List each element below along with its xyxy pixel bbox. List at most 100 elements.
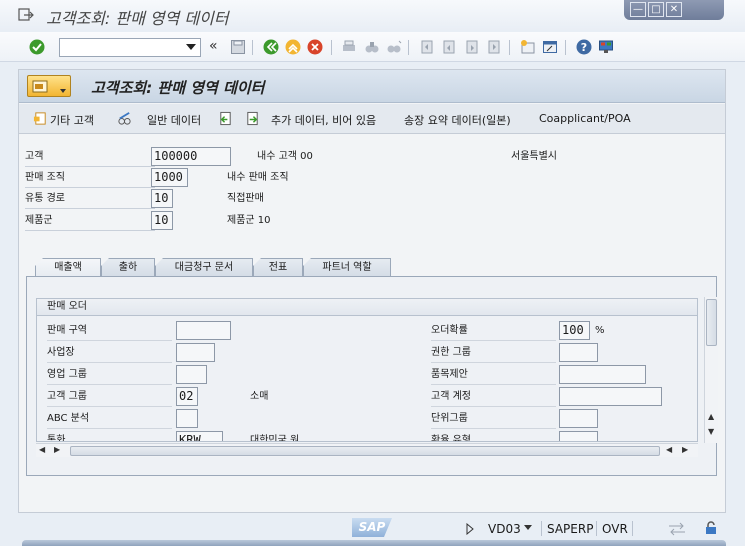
- scroll-up-arrow-icon[interactable]: ▲: [708, 412, 714, 421]
- sales-district-label: 판매 구역: [47, 321, 172, 341]
- tab-billing-documents[interactable]: 대금청구 문서: [155, 258, 253, 277]
- shortcut-icon[interactable]: [542, 39, 558, 55]
- customer-name: 내수 고객 00: [257, 151, 313, 162]
- window-menu-icon[interactable]: [18, 8, 34, 22]
- horizontal-scroll-thumb[interactable]: [70, 446, 660, 456]
- customer-group-field[interactable]: 02: [176, 387, 198, 406]
- print-icon[interactable]: [341, 39, 357, 55]
- currency-desc: 대한민국 원: [250, 435, 300, 442]
- additional-data-button[interactable]: 추가 데이터, 비어 있음: [271, 112, 376, 128]
- title-bar: 고객조회: 판매 영역 데이터 — □ ✕: [0, 0, 745, 30]
- maximize-button[interactable]: □: [648, 2, 664, 17]
- abc-analysis-field[interactable]: [176, 409, 198, 428]
- scroll-left-end-arrow-icon[interactable]: ◀: [666, 445, 672, 454]
- order-probability-unit: %: [595, 325, 605, 336]
- account-at-customer-label: 고객 계정: [431, 387, 556, 407]
- scroll-left-arrow-icon[interactable]: ◀: [39, 445, 45, 454]
- currency-label: 통화: [47, 431, 172, 441]
- general-data-button[interactable]: 일반 데이터: [147, 112, 201, 128]
- toolbar-separator: [565, 40, 566, 55]
- status-separator: [632, 521, 633, 536]
- exchange-rate-type-field[interactable]: [559, 431, 598, 441]
- sales-org-desc: 내수 판매 조직: [227, 172, 289, 183]
- exit-icon[interactable]: [285, 39, 301, 55]
- account-at-customer-field[interactable]: [559, 387, 662, 406]
- system-toolbar: « ?: [0, 32, 745, 62]
- svg-text:?: ?: [581, 41, 587, 54]
- division-field[interactable]: 10: [151, 211, 173, 230]
- authorization-group-field[interactable]: [559, 343, 598, 362]
- unit-group-label: 단위그룹: [431, 409, 556, 429]
- sales-district-field[interactable]: [176, 321, 231, 340]
- connection-icon: [669, 522, 685, 536]
- find-next-icon[interactable]: [386, 39, 402, 55]
- close-button[interactable]: ✕: [666, 2, 682, 17]
- tab-delivery[interactable]: 출하: [101, 258, 155, 277]
- status-separator: [541, 521, 542, 536]
- customer-group-desc: 소매: [250, 391, 269, 402]
- confirm-icon[interactable]: [29, 39, 45, 55]
- folder-icon: [32, 80, 48, 93]
- first-page-icon[interactable]: [419, 39, 435, 55]
- other-customer-button[interactable]: 기타 고객: [50, 112, 94, 128]
- create-session-icon[interactable]: [520, 39, 536, 55]
- next-record-icon[interactable]: [245, 111, 260, 126]
- horizontal-scrollbar[interactable]: ◀ ▶ ◀ ▶: [36, 443, 698, 457]
- tab-partner-roles[interactable]: 파트너 역할: [303, 258, 391, 277]
- main-panel: 고객조회: 판매 영역 데이터 기타 고객 일반 데이터 추가 데이터, 비어 …: [18, 69, 726, 513]
- insert-mode: OVR: [602, 522, 628, 536]
- save-icon[interactable]: [230, 39, 246, 55]
- other-customer-icon[interactable]: [33, 111, 48, 126]
- command-history-icon[interactable]: «: [209, 38, 218, 54]
- tab-sales[interactable]: 매출액: [35, 258, 101, 277]
- next-page-icon[interactable]: [464, 39, 480, 55]
- invoice-summary-button[interactable]: 송장 요약 데이터(일본): [404, 112, 511, 128]
- back-icon[interactable]: [263, 39, 279, 55]
- customer-field[interactable]: 100000: [151, 147, 231, 166]
- distr-channel-label: 유통 경로: [25, 189, 155, 209]
- application-toolbar: 기타 고객 일반 데이터 추가 데이터, 비어 있음 송장 요약 데이터(일본)…: [19, 104, 725, 134]
- customize-layout-icon[interactable]: [598, 39, 614, 55]
- sales-group-label: 영업 그룹: [47, 365, 172, 385]
- tab-accounting-documents[interactable]: 전표: [253, 258, 303, 277]
- previous-page-icon[interactable]: [441, 39, 457, 55]
- chevron-down-icon: [60, 89, 66, 93]
- edit-glasses-icon[interactable]: [117, 111, 132, 126]
- currency-field[interactable]: KRW: [176, 431, 223, 441]
- distr-channel-field[interactable]: 10: [151, 189, 173, 208]
- vertical-scrollbar[interactable]: ▲ ▼: [704, 297, 718, 443]
- scroll-down-arrow-icon[interactable]: ▼: [708, 427, 714, 436]
- scroll-right-arrow-icon[interactable]: ▶: [54, 445, 60, 454]
- scroll-right-end-arrow-icon[interactable]: ▶: [682, 445, 688, 454]
- minimize-button[interactable]: —: [630, 2, 646, 17]
- menu-button[interactable]: [27, 75, 71, 97]
- last-page-icon[interactable]: [486, 39, 502, 55]
- cancel-icon[interactable]: [307, 39, 323, 55]
- command-field[interactable]: [59, 38, 201, 57]
- coapplicant-button[interactable]: Coapplicant/POA: [539, 112, 631, 125]
- system-name: SAPERP: [547, 522, 594, 536]
- status-expand-icon[interactable]: [466, 523, 474, 535]
- previous-record-icon[interactable]: [218, 111, 233, 126]
- sap-logo: SAP: [352, 518, 392, 537]
- order-probability-field[interactable]: 100: [559, 321, 590, 340]
- item-proposal-label: 품목제안: [431, 365, 556, 385]
- sales-org-field[interactable]: 1000: [151, 168, 188, 187]
- sales-org-label: 판매 조직: [25, 168, 155, 188]
- help-icon[interactable]: ?: [576, 39, 592, 55]
- distr-channel-row: 유통 경로 10 직접판매: [19, 189, 719, 209]
- unit-group-field[interactable]: [559, 409, 598, 428]
- item-proposal-field[interactable]: [559, 365, 646, 384]
- abc-analysis-label: ABC 분석: [47, 409, 172, 429]
- find-icon[interactable]: [364, 39, 380, 55]
- chevron-down-icon[interactable]: [523, 524, 533, 531]
- sales-group-field[interactable]: [176, 365, 207, 384]
- sales-org-row: 판매 조직 1000 내수 판매 조직: [19, 168, 719, 188]
- division-row: 제품군 10 제품군 10: [19, 211, 719, 231]
- customer-city: 서울특별시: [511, 151, 557, 162]
- chevron-down-icon[interactable]: [186, 44, 196, 50]
- sales-office-label: 사업장: [47, 343, 172, 363]
- sales-office-field[interactable]: [176, 343, 215, 362]
- vertical-scroll-thumb[interactable]: [706, 299, 717, 346]
- customer-group-label: 고객 그룹: [47, 387, 172, 407]
